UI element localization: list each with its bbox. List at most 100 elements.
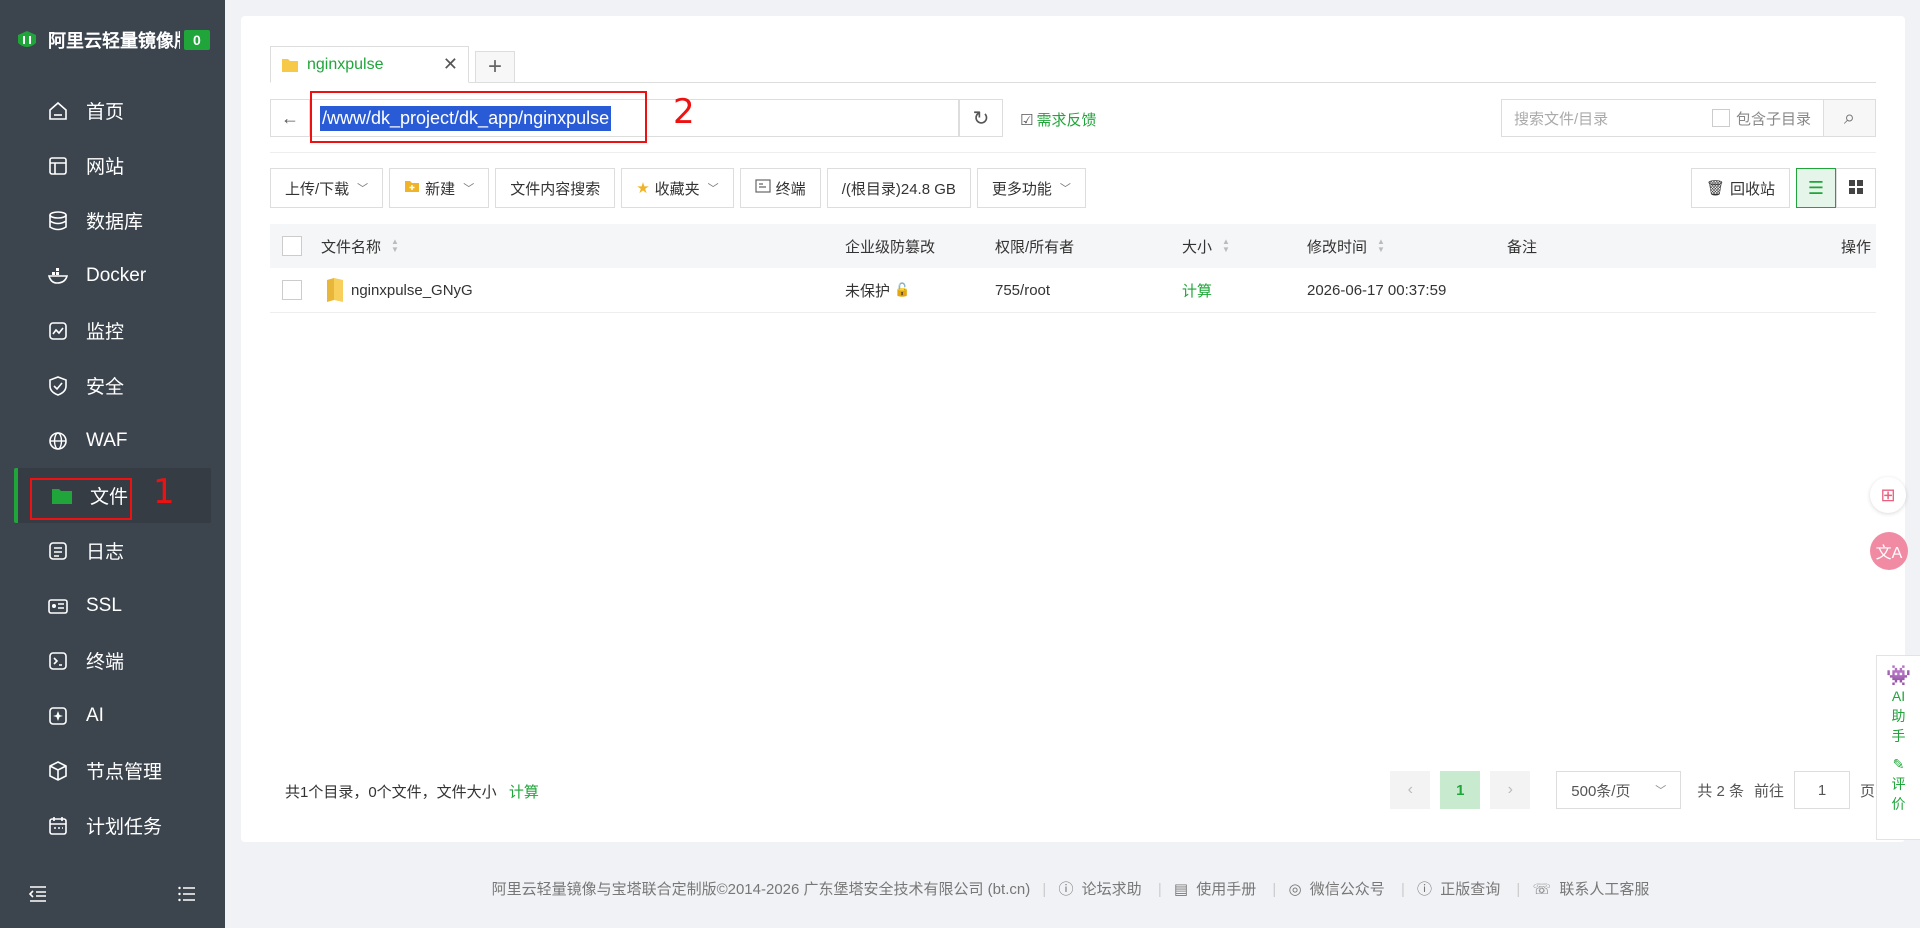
translate-icon: 文A	[1875, 545, 1903, 562]
brand-count-badge[interactable]: 0	[184, 30, 210, 50]
header-mtime[interactable]: 修改时间 ▲ ▼	[1307, 224, 1385, 268]
translate-float-button[interactable]: 文A	[1870, 532, 1908, 570]
apps-float-button[interactable]: ⊞	[1870, 477, 1906, 513]
add-tab-button[interactable]: +	[475, 51, 515, 83]
refresh-button[interactable]: ↻	[959, 99, 1003, 137]
unlock-icon: 🔓	[894, 282, 911, 297]
node-icon	[46, 759, 70, 783]
size-calc-link[interactable]: 计算	[1182, 268, 1212, 312]
footer-link-license[interactable]: ⓘ 正版查询	[1417, 881, 1504, 898]
row-checkbox[interactable]	[282, 268, 302, 312]
terminal-button[interactable]: 终端	[739, 168, 821, 208]
new-button[interactable]: 新建 ﹀	[389, 168, 490, 208]
sidebar-item-nodes[interactable]: 节点管理	[0, 743, 225, 798]
sort-icon: ▲ ▼	[1222, 237, 1230, 254]
footer-separator: |	[1042, 881, 1047, 898]
folder-icon	[327, 278, 343, 302]
logo-icon	[18, 31, 36, 47]
footer-link-support[interactable]: ☏ 联系人工客服	[1532, 881, 1653, 898]
tab-nginxpulse[interactable]: nginxpulse ✕	[270, 46, 469, 83]
stats-calc-link[interactable]: 计算	[509, 784, 539, 801]
include-subdir-checkbox[interactable]: 包含子目录	[1711, 108, 1811, 129]
sidebar-item-terminal[interactable]: 终端	[0, 633, 225, 688]
annotation-number-2: 2	[673, 92, 695, 132]
ssl-icon	[46, 594, 70, 618]
footer-separator: |	[1272, 881, 1277, 898]
rate-icon: ✎	[1892, 756, 1905, 772]
log-icon	[46, 539, 70, 563]
sidebar-item-waf[interactable]: WAF	[0, 413, 225, 468]
chevron-down-icon: ﹀	[463, 183, 475, 195]
sidebar-item-logs[interactable]: 日志	[0, 523, 225, 578]
sidebar-item-home[interactable]: 首页	[0, 83, 225, 138]
search-input[interactable]: 搜索文件/目录	[1502, 108, 1712, 129]
footer-link-wechat[interactable]: ◎ 微信公众号	[1289, 881, 1389, 898]
page-size-select[interactable]: 500条/页 ﹀	[1556, 771, 1682, 809]
search-button[interactable]: ⌕	[1823, 100, 1875, 136]
arrow-left-icon: ←	[281, 107, 299, 128]
search-icon: ⌕	[1843, 106, 1856, 129]
grid-view-button[interactable]	[1836, 168, 1876, 208]
footer-link-forum[interactable]: ⓘ 论坛求助	[1058, 881, 1145, 898]
header-action: 操作	[1841, 224, 1876, 268]
back-button[interactable]: ←	[270, 99, 310, 137]
header-label: 企业级防篡改	[845, 238, 936, 256]
prev-page-button[interactable]: ‹	[1390, 771, 1431, 809]
sidebar-item-label: AI	[86, 704, 104, 726]
close-icon[interactable]: ✕	[443, 54, 458, 75]
file-name-cell[interactable]: nginxpulse_GNyG	[325, 268, 473, 312]
sidebar-item-website[interactable]: 网站	[0, 138, 225, 193]
sidebar-item-cron[interactable]: 计划任务	[0, 798, 225, 853]
select-all-checkbox[interactable]	[282, 224, 302, 268]
sidebar: 阿里云轻量镜像版 0 首页 网站 数据库 Docker 监控 安全 WAF 文件…	[0, 0, 225, 928]
sidebar-item-database[interactable]: 数据库	[0, 193, 225, 248]
site-footer: 阿里云轻量镜像与宝塔联合定制版©2014-2026 广东堡塔安全技术有限公司 (…	[225, 878, 1920, 899]
path-input[interactable]: /www/dk_project/dk_app/nginxpulse	[309, 99, 959, 137]
page-number-current[interactable]: 1	[1440, 771, 1481, 809]
sidebar-item-ai[interactable]: AI	[0, 688, 225, 743]
sidebar-item-security[interactable]: 安全	[0, 358, 225, 413]
content-search-button[interactable]: 文件内容搜索	[495, 168, 616, 208]
collapse-sidebar-icon[interactable]	[28, 885, 48, 908]
sidebar-item-docker[interactable]: Docker	[0, 248, 225, 303]
feedback-link[interactable]: ☑ 需求反馈	[1020, 109, 1096, 130]
ai-assistant-panel[interactable]: 👾 AI 助 手 ✎ 评 价	[1876, 655, 1920, 840]
menu-list-icon[interactable]	[177, 885, 197, 908]
header-size[interactable]: 大小 ▲ ▼	[1182, 224, 1230, 268]
table-row[interactable]: nginxpulse_GNyG 未保护 🔓 755/root 计算 2026-06…	[270, 268, 1876, 313]
favorites-button[interactable]: ★ 收藏夹 ﹀	[621, 168, 734, 208]
ai-label: AI	[1891, 688, 1906, 704]
docker-icon	[46, 264, 70, 288]
file-search: 搜索文件/目录 包含子目录 ⌕	[1501, 99, 1876, 137]
header-label: 操作	[1840, 238, 1871, 256]
mtime-value: 2026-06-17 00:37:59	[1307, 281, 1447, 299]
shield-icon	[46, 374, 70, 398]
path-text: /www/dk_project/dk_app/nginxpulse	[320, 105, 612, 131]
sidebar-item-label: 数据库	[86, 212, 144, 233]
header-name[interactable]: 文件名称 ▲ ▼	[321, 224, 399, 268]
list-view-button[interactable]: ☰	[1796, 168, 1836, 208]
recycle-bin-button[interactable]: 🗑 回收站	[1690, 168, 1790, 208]
footer-link-label: 论坛求助	[1081, 881, 1142, 898]
upload-download-button[interactable]: 上传/下载 ﹀	[270, 168, 384, 208]
brand-name: 阿里云轻量镜像版	[48, 31, 180, 51]
page-jump-input[interactable]: 1	[1793, 771, 1850, 809]
sidebar-item-files[interactable]: 文件	[14, 468, 211, 523]
next-page-button[interactable]: ›	[1490, 771, 1531, 809]
terminal-icon	[46, 649, 70, 673]
content-search-label: 文件内容搜索	[510, 180, 601, 198]
monitor-icon	[46, 319, 70, 343]
footer-link-manual[interactable]: ▤ 使用手册	[1174, 881, 1260, 898]
brand: 阿里云轻量镜像版 0	[0, 0, 225, 80]
sidebar-item-ssl[interactable]: SSL	[0, 578, 225, 633]
permission-cell[interactable]: 755/root	[995, 268, 1050, 312]
disk-button[interactable]: /(根目录)24.8 GB	[826, 168, 971, 208]
protect-cell[interactable]: 未保护 🔓	[845, 268, 910, 312]
new-folder-icon	[404, 179, 420, 197]
terminal-icon	[755, 179, 771, 197]
chevron-left-icon: ‹	[1407, 781, 1413, 798]
goto-label: 前往	[1753, 782, 1784, 800]
sidebar-item-monitor[interactable]: 监控	[0, 303, 225, 358]
more-functions-button[interactable]: 更多功能 ﹀	[976, 168, 1086, 208]
folder-icon	[282, 58, 298, 72]
